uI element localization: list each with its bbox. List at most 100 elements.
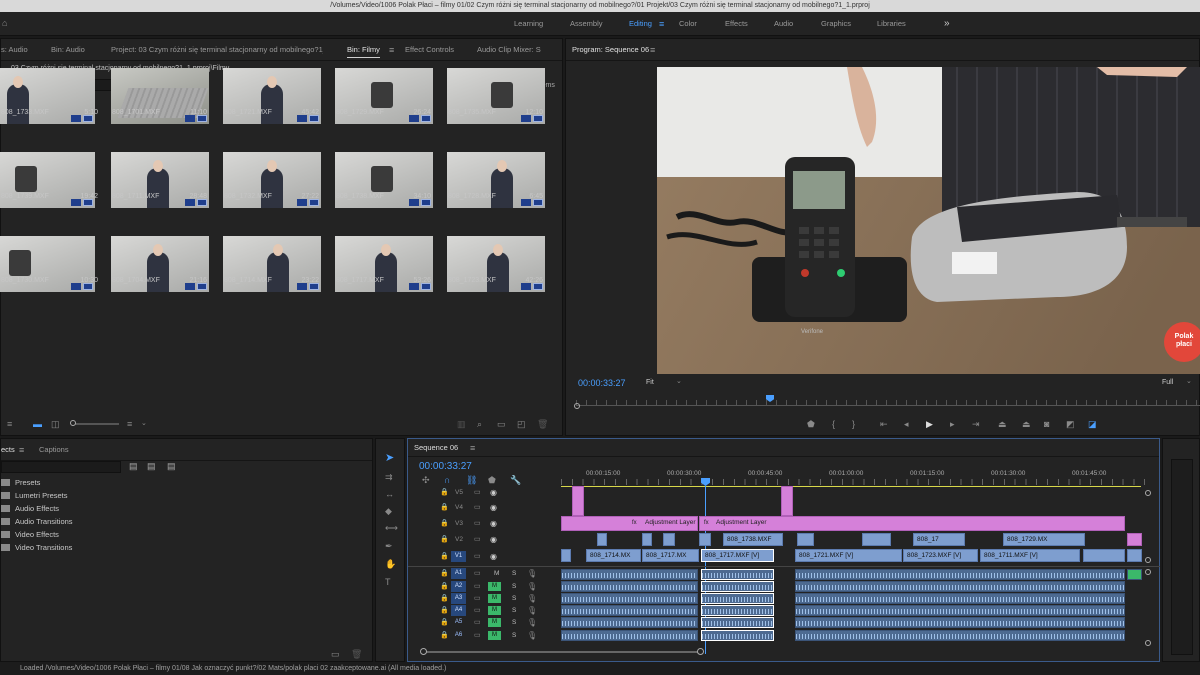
sync-lock-icon[interactable]: ▭ [474,582,481,592]
hand-tool-icon[interactable]: ✋ [385,559,396,569]
eye-icon[interactable]: ◉ [490,535,497,545]
scroll-left-handle[interactable] [420,648,427,655]
audio-clip-a2[interactable] [561,581,698,592]
mute-button-active[interactable]: M [488,631,501,640]
step-back-icon[interactable]: ◂ [904,419,909,429]
find-icon[interactable]: ⌕ [477,419,482,429]
track-label-a6[interactable]: A6 [451,630,466,641]
lift-icon[interactable]: ⏏ [998,419,1007,429]
program-menu-icon[interactable]: ≡ [650,39,655,61]
audio-clip-a3[interactable] [795,593,1125,604]
vertical-scroll-handle[interactable] [1145,557,1151,563]
lock-icon[interactable]: 🔒 [440,631,449,641]
new-custom-bin-icon[interactable]: ▭ [331,649,340,659]
audio-clip-a1[interactable] [795,569,1125,580]
solo-button[interactable]: S [512,619,516,626]
track-label-v1[interactable]: V1 [451,551,466,562]
vertical-scroll-handle[interactable] [1145,640,1151,646]
audio-clip-a2[interactable] [795,581,1125,592]
audio-clip-a4[interactable] [561,605,698,616]
adjustment-clip-v5[interactable] [572,486,584,516]
microphone-icon[interactable]: 🎙 [527,582,537,592]
sort-icon[interactable]: ≡ [127,419,132,429]
fit-dropdown[interactable]: Fit ⌄ [646,377,688,388]
adjustment-layer-clip[interactable]: fx Adjustment Layer [699,516,1125,531]
track-label-a1[interactable]: A1 [451,568,466,579]
accelerated-effects-icon[interactable]: ▤ [129,461,138,471]
vertical-scroll-handle[interactable] [1145,569,1151,575]
eye-icon[interactable]: ◉ [490,552,497,562]
workspace-editing-menu-icon[interactable]: ≡ [659,12,664,36]
workspace-overflow-icon[interactable]: » [944,12,950,36]
solo-button[interactable]: S [512,632,516,639]
track-label-v2[interactable]: V2 [455,536,463,543]
effects-search-input[interactable] [1,461,121,473]
mute-button-active[interactable]: M [488,618,501,627]
eye-icon[interactable]: ◉ [490,519,497,529]
lock-icon[interactable]: 🔒 [440,519,449,529]
trash-icon[interactable]: 🗑 [537,419,548,429]
video-clip-v2-end[interactable] [1127,533,1142,546]
sync-lock-icon[interactable]: ▭ [474,503,481,513]
video-clip-v2[interactable] [663,533,675,546]
adjustment-clip-v5[interactable] [781,486,793,516]
effects-trash-icon[interactable]: 🗑 [351,649,362,659]
video-clip-v2[interactable]: 808_1738.MXF [723,533,783,546]
eye-icon[interactable]: ◉ [490,503,497,513]
track-label-a3[interactable]: A3 [451,593,466,604]
tab-captions[interactable]: Captions [39,439,69,461]
freeform-view-icon[interactable]: ◫ [51,419,60,429]
sync-lock-icon[interactable]: ▭ [474,606,481,616]
video-clip-v2[interactable]: 808_1729.MX [1003,533,1085,546]
timeline-settings-icon[interactable]: 🔧 [510,475,521,485]
solo-button[interactable]: S [512,607,516,614]
audio-clip-a3[interactable] [561,593,698,604]
video-clip-v1[interactable] [1127,549,1142,562]
workspace-learning[interactable]: Learning [514,12,543,36]
lock-icon[interactable]: 🔒 [440,503,449,513]
sync-lock-icon[interactable]: ▭ [474,552,481,562]
tab-bin-audio[interactable]: Bin: Audio [51,39,85,61]
time-ruler[interactable]: 00:00:15:00 00:00:30:00 00:00:45:00 00:0… [561,461,1147,487]
video-clip-v1[interactable] [1083,549,1125,562]
sync-lock-icon[interactable]: ▭ [474,519,481,529]
tab-audio-bin-partial[interactable]: s: Audio [1,39,28,61]
lock-icon[interactable]: 🔒 [440,552,449,562]
timeline-timecode[interactable]: 00:00:33:27 [419,461,472,472]
lock-icon[interactable]: 🔒 [440,606,449,616]
workspace-assembly[interactable]: Assembly [570,12,603,36]
razor-tool-icon[interactable]: ◆ [385,506,392,516]
lock-icon[interactable]: 🔒 [440,618,449,628]
audio-clip-a4-selected[interactable] [701,605,774,616]
video-clip-v1[interactable]: 808_1721.MXF [V] [795,549,902,562]
resolution-dropdown[interactable]: Full ⌄ [1162,377,1200,388]
sync-lock-icon[interactable]: ▭ [474,594,481,604]
sync-lock-icon[interactable]: ▭ [474,488,481,498]
sync-lock-icon[interactable]: ▭ [474,618,481,628]
zoom-slider[interactable] [70,420,119,426]
go-to-out-icon[interactable]: ⇥ [972,419,980,429]
adjustment-layer-clip[interactable]: fx Adjustment Layer [561,516,698,531]
microphone-icon[interactable]: 🎙 [527,631,537,641]
microphone-icon[interactable]: 🎙 [527,606,537,616]
sync-lock-icon[interactable]: ▭ [474,569,481,579]
solo-button[interactable]: S [512,595,516,602]
add-marker-icon[interactable]: ⬟ [807,419,815,429]
icon-view-icon[interactable]: ▬ [33,419,42,429]
new-bin-bottom-icon[interactable]: ▭ [497,419,506,429]
workspace-libraries[interactable]: Libraries [877,12,906,36]
home-icon[interactable]: ⌂ [2,18,7,28]
chevron-down-icon[interactable]: ⌄ [141,419,147,429]
timeline-menu-icon[interactable]: ≡ [470,439,475,457]
workspace-color[interactable]: Color [679,12,697,36]
automate-sequence-icon[interactable]: ▥ [457,419,466,429]
vr-view-icon[interactable]: ◪ [1088,419,1097,429]
solo-button[interactable]: S [512,570,516,577]
audio-clip-a5[interactable] [561,617,698,628]
program-scrub-bar[interactable] [574,395,1200,412]
track-label-a5[interactable]: A5 [451,617,466,628]
audio-clip-a1[interactable] [561,569,698,580]
microphone-icon[interactable]: 🎙 [527,594,537,604]
audio-clip-a2-selected[interactable] [701,581,774,592]
microphone-icon[interactable]: 🎙 [527,569,537,579]
